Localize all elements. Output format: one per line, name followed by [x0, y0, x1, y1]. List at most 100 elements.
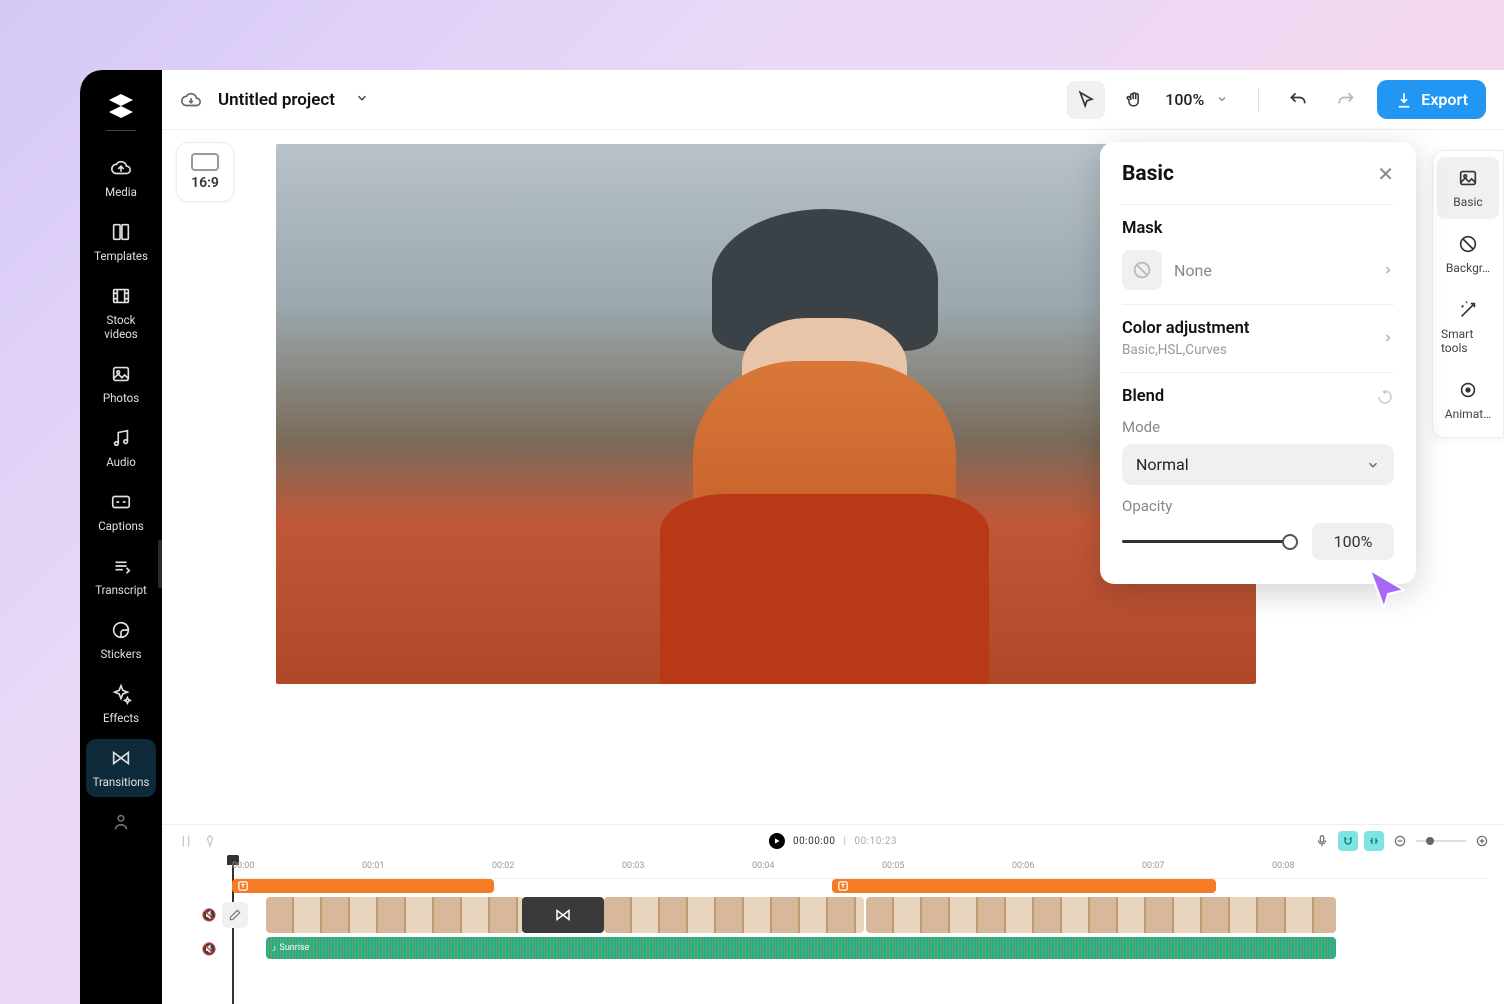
tab-background[interactable]: Backgr…: [1437, 223, 1499, 285]
snap-button[interactable]: [1364, 831, 1384, 851]
hand-tool-button[interactable]: [1115, 81, 1153, 119]
topbar-tools: 100%: [1067, 81, 1365, 119]
zoom-in-button[interactable]: [1472, 831, 1492, 851]
sidebar-item-media[interactable]: Media: [86, 149, 156, 207]
cursor-tool-button[interactable]: [1067, 81, 1105, 119]
redo-button[interactable]: [1327, 81, 1365, 119]
sidebar-item-stock-videos[interactable]: Stock videos: [86, 277, 156, 349]
ruler-tick: 00:01: [362, 861, 384, 871]
zoom-slider[interactable]: [1416, 840, 1466, 842]
ruler-tick: 00:02: [492, 861, 514, 871]
play-button[interactable]: [769, 833, 785, 849]
basic-properties-panel: Basic ✕ Mask None Color adjustment Basic…: [1100, 142, 1416, 584]
video-clip[interactable]: [866, 897, 1336, 933]
opacity-value[interactable]: 100%: [1312, 523, 1394, 560]
track-tool-icon[interactable]: [222, 902, 248, 928]
transition-clip[interactable]: [522, 897, 604, 933]
tab-smart-tools[interactable]: Smart tools: [1437, 289, 1499, 365]
project-title[interactable]: Untitled project: [218, 90, 335, 110]
mask-heading: Mask: [1122, 219, 1394, 238]
sidebar-item-templates[interactable]: Templates: [86, 213, 156, 271]
sidebar-item-more[interactable]: [86, 803, 156, 847]
magnet-button[interactable]: [1338, 831, 1358, 851]
sidebar-item-transitions[interactable]: Transitions: [86, 739, 156, 797]
nav-label: Transcript: [95, 583, 147, 597]
text-track-clip[interactable]: [232, 879, 494, 893]
zoom-level[interactable]: 100%: [1165, 90, 1204, 109]
sidebar-item-audio[interactable]: Audio: [86, 419, 156, 477]
toolbar-divider: [1258, 88, 1259, 112]
zoom-out-button[interactable]: [1390, 831, 1410, 851]
text-track-clip[interactable]: [832, 879, 1216, 893]
slider-thumb[interactable]: [1282, 534, 1298, 550]
ruler-tick: 00:06: [1012, 861, 1034, 871]
tutorial-cursor-icon: [1364, 566, 1410, 612]
audio-clip[interactable]: ♪ Sunrise: [266, 937, 1336, 959]
color-adjustment-row[interactable]: Color adjustment Basic,HSL,Curves: [1122, 319, 1394, 358]
video-clip[interactable]: [266, 897, 524, 933]
nav-label: Stickers: [100, 647, 141, 661]
music-icon: [110, 427, 132, 449]
track-mute-icon[interactable]: 🔇: [196, 902, 222, 928]
sidebar-item-effects[interactable]: Effects: [86, 675, 156, 733]
nav-label: Audio: [106, 455, 136, 469]
sidebar-item-photos[interactable]: Photos: [86, 355, 156, 413]
ruler-tick: 00:03: [622, 861, 644, 871]
ruler-tick: 00:04: [752, 861, 774, 871]
mask-selector[interactable]: None: [1122, 250, 1394, 290]
mask-value: None: [1174, 261, 1370, 280]
nav-label: Photos: [103, 391, 139, 405]
split-tool-icon[interactable]: [178, 833, 194, 849]
current-time: 00:00:00: [793, 836, 836, 847]
undo-button[interactable]: [1279, 81, 1317, 119]
zoom-dropdown-icon[interactable]: [1216, 90, 1228, 109]
cloud-sync-icon[interactable]: [180, 89, 202, 111]
sidebar-item-transcript[interactable]: Transcript: [86, 547, 156, 605]
audio-clip-label: ♪ Sunrise: [272, 943, 309, 954]
aspect-label: 16:9: [191, 175, 219, 191]
opacity-slider[interactable]: [1122, 532, 1298, 552]
project-dropdown-icon[interactable]: [355, 90, 369, 109]
nav-label: Effects: [103, 711, 139, 725]
aspect-ratio-chip[interactable]: 16:9: [176, 142, 234, 202]
video-track: 🔇: [196, 897, 1488, 933]
chevron-right-icon: [1382, 329, 1394, 348]
marker-tool-icon[interactable]: [202, 833, 218, 849]
sticker-icon: [110, 619, 132, 641]
tab-label: Smart tools: [1441, 327, 1495, 355]
export-label: Export: [1421, 90, 1468, 109]
sidebar-item-captions[interactable]: Captions: [86, 483, 156, 541]
mode-label: Mode: [1122, 418, 1394, 436]
ruler-tick: 00:07: [1142, 861, 1164, 871]
close-icon[interactable]: ✕: [1377, 162, 1394, 186]
video-clip[interactable]: [604, 897, 864, 933]
film-icon: [110, 285, 132, 307]
ruler-tick: 00:05: [882, 861, 904, 871]
nav-label: Stock videos: [90, 313, 152, 341]
sparkle-icon: [110, 683, 132, 705]
blend-mode-value: Normal: [1136, 455, 1189, 474]
sidebar-item-stickers[interactable]: Stickers: [86, 611, 156, 669]
tab-label: Basic: [1453, 195, 1482, 209]
tab-animation[interactable]: Animat…: [1437, 369, 1499, 431]
opacity-label: Opacity: [1122, 497, 1394, 515]
audio-track: 🔇 ♪ Sunrise: [196, 937, 1488, 961]
nav-label: Captions: [98, 519, 144, 533]
left-sidebar: Media Templates Stock videos Photos Audi…: [80, 70, 162, 1004]
logo-divider: [106, 130, 136, 131]
timeline-ruler[interactable]: 00:00 00:01 00:02 00:03 00:04 00:05 00:0…: [232, 857, 1488, 879]
timeline-tracks: 🔇 🔇: [196, 879, 1488, 1004]
image-icon: [110, 363, 132, 385]
blend-mode-select[interactable]: Normal: [1122, 444, 1394, 485]
ruler-tick: 00:08: [1272, 861, 1294, 871]
app-logo[interactable]: [105, 90, 137, 122]
reset-icon[interactable]: [1376, 388, 1394, 406]
chevron-down-icon: [1366, 458, 1380, 472]
templates-icon: [110, 221, 132, 243]
track-mute-icon[interactable]: 🔇: [196, 936, 222, 962]
topbar: Untitled project 100%: [162, 70, 1504, 130]
export-button[interactable]: Export: [1377, 80, 1486, 119]
blend-heading: Blend: [1122, 387, 1164, 406]
tab-basic[interactable]: Basic: [1437, 157, 1499, 219]
mic-button[interactable]: [1312, 831, 1332, 851]
